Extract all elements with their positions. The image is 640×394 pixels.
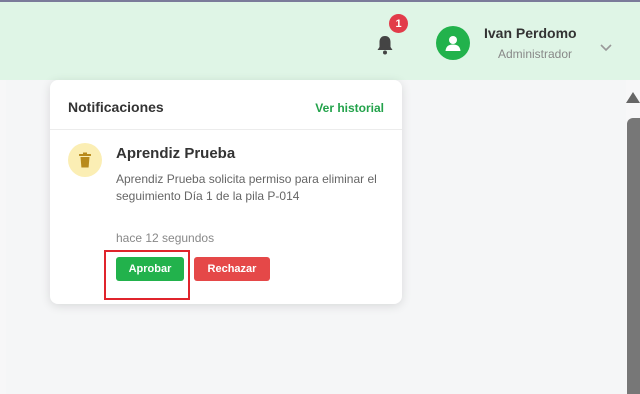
user-icon — [445, 36, 461, 51]
notifications-bell-icon[interactable] — [376, 34, 394, 56]
user-avatar[interactable] — [436, 26, 470, 60]
top-header — [0, 2, 640, 80]
trash-icon — [79, 152, 91, 168]
approve-highlight-box — [104, 250, 190, 300]
notification-item-icon — [68, 143, 102, 177]
notification-sender: Aprendiz Prueba — [116, 145, 236, 162]
scroll-up-arrow-icon[interactable] — [626, 92, 640, 103]
user-role: Administrador — [498, 47, 573, 61]
panel-divider — [50, 129, 402, 130]
notifications-title: Notificaciones — [68, 99, 164, 115]
notification-count-badge: 1 — [389, 14, 408, 33]
user-name: Ivan Perdomo — [484, 25, 577, 41]
notification-message: Aprendiz Prueba solicita permiso para el… — [116, 172, 377, 203]
chevron-down-icon[interactable] — [599, 40, 613, 52]
scrollbar-thumb[interactable] — [627, 118, 640, 394]
reject-button[interactable]: Rechazar — [194, 257, 270, 281]
notifications-dropdown: Notificaciones Ver historial Aprendiz Pr… — [50, 80, 402, 304]
notification-time: hace 12 segundos — [116, 231, 215, 245]
view-history-link[interactable]: Ver historial — [315, 101, 384, 115]
